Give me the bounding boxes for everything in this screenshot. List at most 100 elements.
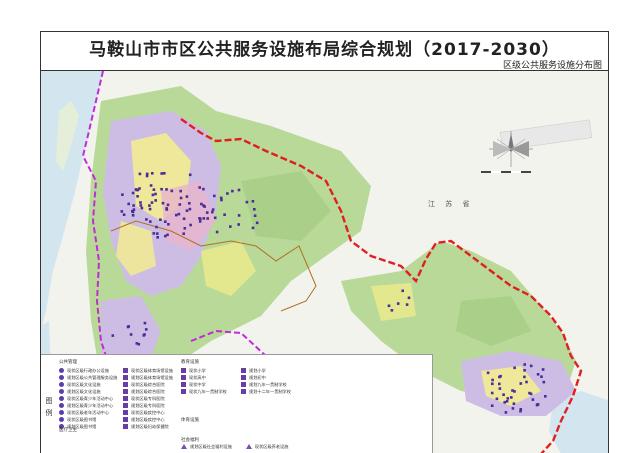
legend-symbol-icon xyxy=(123,389,128,394)
legend-item: 现状中学 xyxy=(181,381,227,388)
facility-marker xyxy=(199,217,202,221)
legend-symbol-icon xyxy=(123,382,128,387)
facility-marker xyxy=(167,223,170,226)
facility-marker xyxy=(505,400,509,403)
legend-item: 规划初中 xyxy=(241,374,291,381)
facility-marker xyxy=(510,396,513,399)
facility-marker xyxy=(390,309,394,312)
legend-item: 现状区级体育场馆设施 xyxy=(123,367,173,374)
facility-marker xyxy=(540,375,543,378)
facility-marker xyxy=(161,201,165,205)
facility-marker xyxy=(188,207,192,211)
facility-marker xyxy=(138,187,141,190)
facility-marker xyxy=(251,200,255,203)
facility-marker xyxy=(149,220,152,223)
legend-item-label: 规划区级公共管理服务设施 xyxy=(67,374,118,380)
facility-marker xyxy=(226,192,229,195)
facility-marker xyxy=(154,192,157,196)
facility-marker xyxy=(523,363,526,366)
facility-marker xyxy=(139,204,143,207)
facility-marker xyxy=(237,214,241,217)
legend-item: 现状区级行政办公设施 xyxy=(59,367,117,374)
facility-marker xyxy=(499,374,502,378)
facility-marker xyxy=(182,232,185,235)
facility-marker xyxy=(205,211,209,214)
facility-marker xyxy=(131,210,135,214)
facility-marker xyxy=(223,213,226,216)
legend-item-label: 现状区级图书馆 xyxy=(67,416,97,422)
facility-marker xyxy=(188,202,191,205)
legend-item: 现状区级养老设施 xyxy=(245,443,288,450)
legend-col2-items: 现状区级体育场馆设施 规划区级体育场馆设施 现状区级综合医院 规划区级综合医院 现状区级… xyxy=(123,367,173,430)
legend-item-label: 规划小学 xyxy=(249,367,266,373)
facility-marker xyxy=(202,204,205,207)
facility-marker xyxy=(202,187,205,191)
facility-marker xyxy=(127,202,130,206)
legend-item: 现状区级文化设施 xyxy=(59,381,117,388)
facility-marker xyxy=(511,389,514,392)
map-legend: 图 例 公共管理 现状区级行政办公设施 规划区级公共管理服务设施 现状区级文化设施规… xyxy=(41,354,433,453)
facility-marker xyxy=(111,334,115,337)
facility-marker xyxy=(401,289,404,293)
facility-marker xyxy=(178,203,182,206)
facility-marker xyxy=(202,217,206,220)
facility-marker xyxy=(253,208,256,211)
facility-marker xyxy=(134,188,138,191)
legend-item: 现状区级青少年活动中心 xyxy=(59,395,117,402)
legend-item-label: 现状区级体育场馆设施 xyxy=(131,367,173,373)
facility-marker xyxy=(150,201,154,204)
legend-symbol-icon xyxy=(123,417,128,422)
legend-symbol-icon xyxy=(123,396,128,401)
facility-marker xyxy=(535,403,539,406)
legend-symbol-icon xyxy=(123,424,128,429)
legend-item: 现状高中 xyxy=(181,374,227,381)
facility-marker xyxy=(129,333,133,336)
facility-marker xyxy=(215,230,219,234)
facility-marker xyxy=(122,213,126,216)
legend-head-sports: 体育设施 xyxy=(181,418,199,423)
facility-marker xyxy=(513,366,516,370)
legend-symbol-icon xyxy=(59,410,64,415)
legend-side-label: 图 例 xyxy=(43,395,55,419)
facility-marker xyxy=(165,207,168,210)
province-label: 江 苏 省 xyxy=(428,200,474,208)
facility-marker xyxy=(143,321,147,325)
facility-marker xyxy=(536,373,540,376)
legend-col-4: 规划小学 规划初中 规划九年一贯制学校 规划十二年一贯制学校 xyxy=(241,359,291,395)
facility-marker xyxy=(127,325,130,328)
facility-marker xyxy=(138,172,142,176)
legend-symbol-icon xyxy=(181,444,187,449)
facility-marker xyxy=(405,303,409,306)
facility-marker xyxy=(188,173,192,177)
legend-bottom-items: 规划区级社会福利设施 现状区级养老设施 xyxy=(181,443,288,450)
legend-symbol-icon xyxy=(241,382,246,387)
legend-symbol-icon xyxy=(181,389,186,394)
facility-marker xyxy=(396,302,400,305)
legend-item: 现状区级图书馆 xyxy=(59,416,117,423)
facility-marker xyxy=(165,188,168,191)
facility-marker xyxy=(231,189,234,193)
facility-marker xyxy=(166,203,170,207)
facility-marker xyxy=(253,214,257,217)
facility-marker xyxy=(166,233,169,237)
legend-symbol-icon xyxy=(123,375,128,380)
legend-symbol-icon xyxy=(59,382,64,387)
facility-marker xyxy=(155,225,158,229)
facility-marker xyxy=(490,404,494,407)
legend-symbol-icon xyxy=(123,410,128,415)
facility-marker xyxy=(213,216,217,220)
facility-marker xyxy=(220,198,223,202)
legend-symbol-icon xyxy=(59,375,64,380)
legend-item-label: 规划十二年一贯制学校 xyxy=(249,388,291,394)
legend-item: 规划小学 xyxy=(241,367,291,374)
facility-marker xyxy=(498,387,502,390)
legend-item: 规划九年一贯制学校 xyxy=(241,381,291,388)
legend-col3b-items: 规划小学 规划初中 规划九年一贯制学校 规划十二年一贯制学校 xyxy=(241,367,291,395)
legend-bottom: 规划区级社会福利设施 现状区级养老设施 xyxy=(181,443,288,450)
facility-marker xyxy=(131,191,135,195)
legend-item-label: 现状区级专科医院 xyxy=(131,395,165,401)
legend-item-label: 现状中学 xyxy=(189,381,206,387)
legend-item-label: 规划九年一贯制学校 xyxy=(249,381,287,387)
facility-marker xyxy=(525,380,528,384)
facility-marker xyxy=(139,201,142,204)
